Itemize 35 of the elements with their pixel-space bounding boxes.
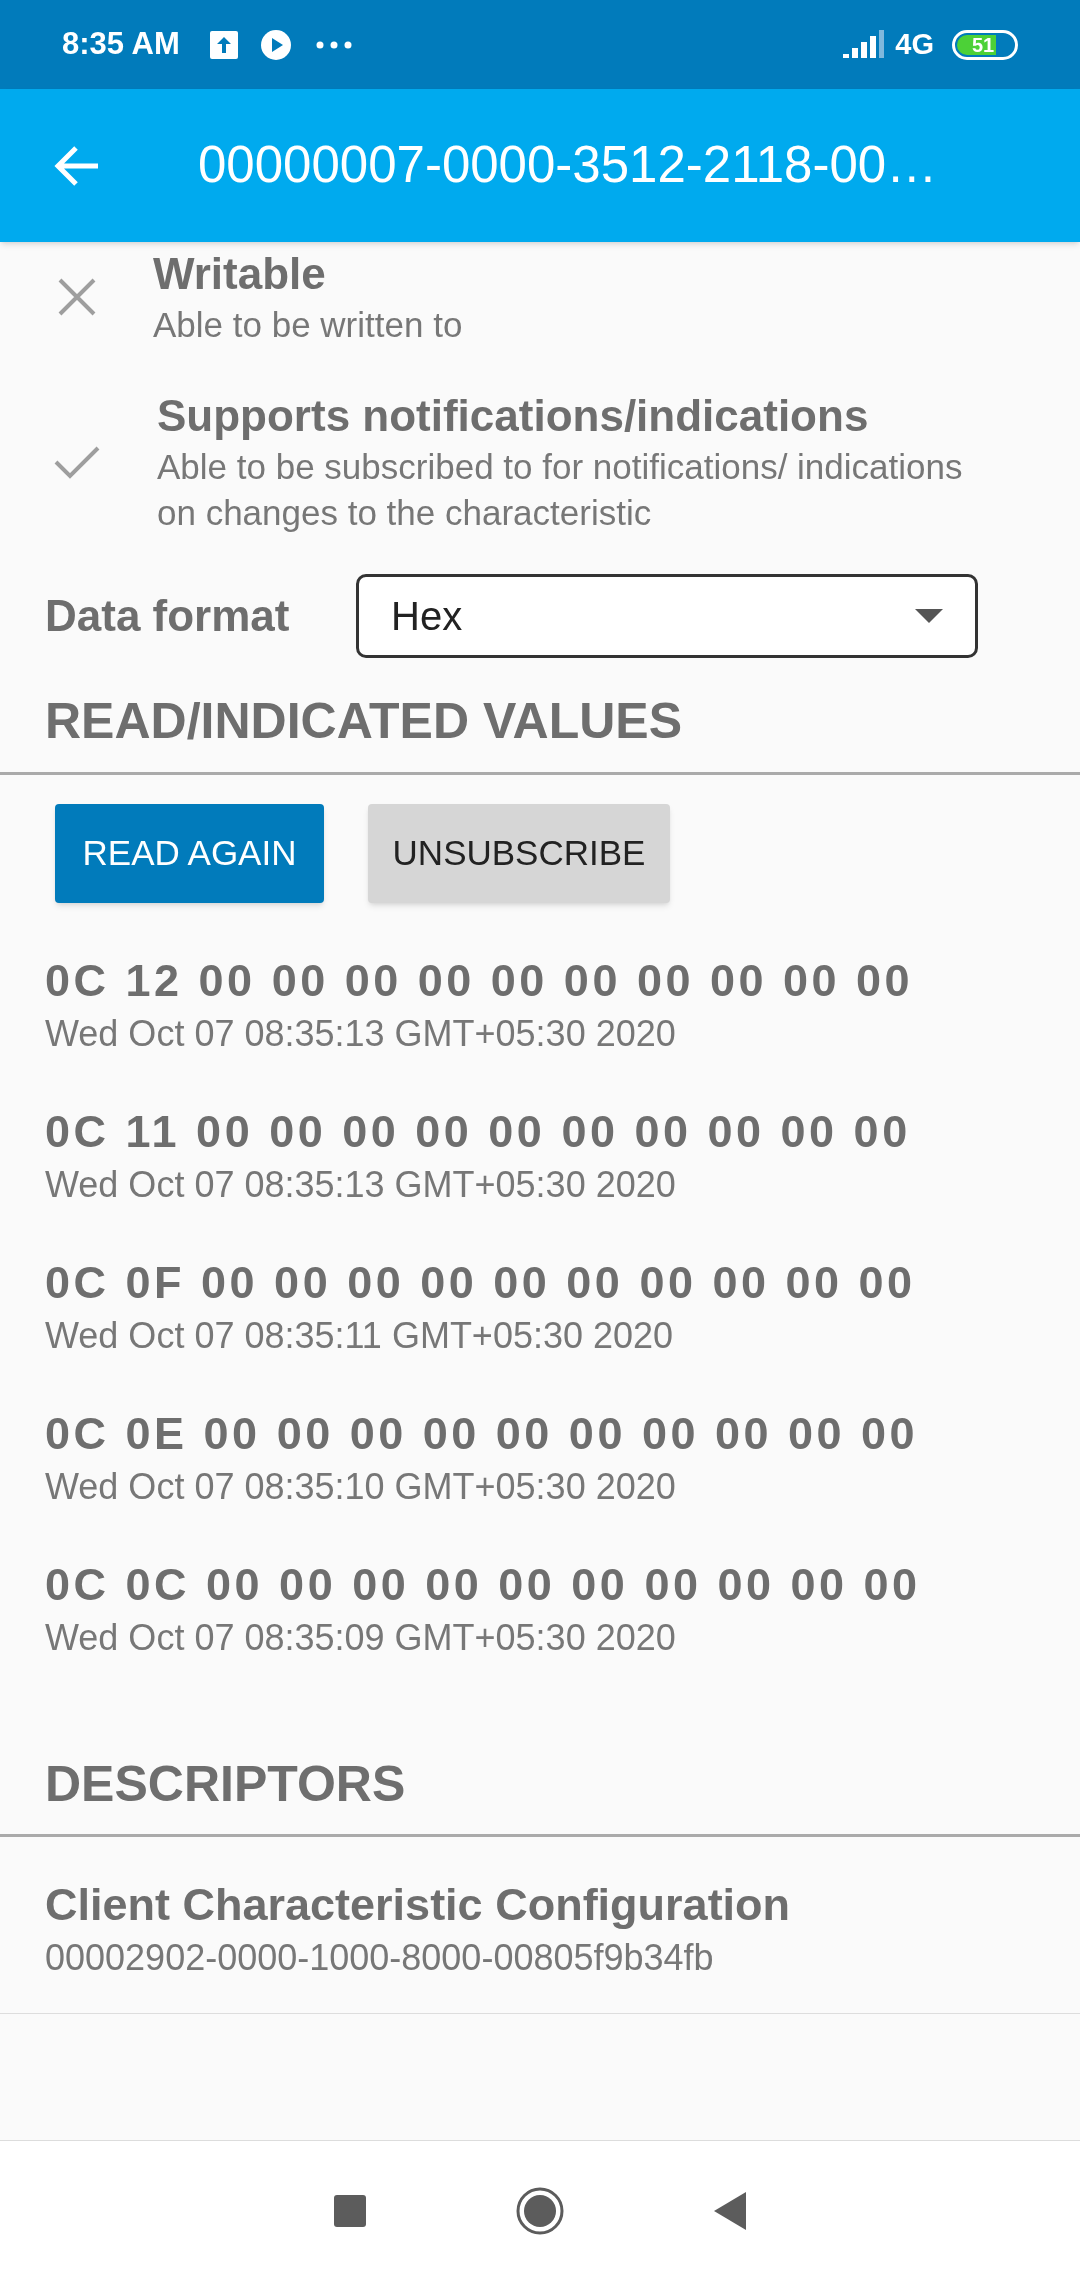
section-header: DESCRIPTORS xyxy=(44,1759,407,1809)
value-hex: 0C 11 00 00 00 00 00 00 00 00 00 00 xyxy=(45,1105,912,1159)
home-icon[interactable] xyxy=(516,2186,564,2235)
property-description: Able to be written to xyxy=(153,304,464,346)
recents-icon[interactable] xyxy=(334,2194,366,2227)
dropdown-caret-icon xyxy=(915,609,943,623)
back-icon[interactable] xyxy=(714,2191,746,2230)
value-timestamp: Wed Oct 07 08:35:13 GMT+05:30 2020 xyxy=(45,1163,677,1207)
descriptor-uuid: 00002902-0000-1000-8000-00805f9b34fb xyxy=(45,1936,715,1980)
property-description: Able to be subscribed to for notifications/ indications on changes to the characteristic xyxy=(157,446,964,534)
play-icon xyxy=(259,28,292,61)
value-timestamp: Wed Oct 07 08:35:10 GMT+05:30 2020 xyxy=(45,1465,677,1509)
descriptor-name: Client Characteristic Configuration xyxy=(45,1878,792,1932)
section-header: READ/INDICATED VALUES xyxy=(44,696,684,746)
value-hex: 0C 0C 00 00 00 00 00 00 00 00 00 00 xyxy=(45,1558,922,1612)
value-timestamp: Wed Oct 07 08:35:09 GMT+05:30 2020 xyxy=(45,1616,677,1660)
data-format-dropdown[interactable]: Hex xyxy=(356,574,978,658)
value-hex: 0C 0E 00 00 00 00 00 00 00 00 00 00 xyxy=(45,1407,920,1461)
back-arrow-icon[interactable] xyxy=(54,143,100,188)
value-timestamp: Wed Oct 07 08:35:11 GMT+05:30 2020 xyxy=(45,1314,675,1358)
screen-title: 00000007-0000-3512-2118-00… xyxy=(198,135,938,196)
unsubscribe-button[interactable]: UNSUBSCRIBE xyxy=(368,804,670,903)
signal-icon xyxy=(843,29,886,60)
read-again-button[interactable]: READ AGAIN xyxy=(55,804,324,903)
property-title: Supports notifications/indications xyxy=(157,390,870,442)
status-time: 8:35 AM xyxy=(62,25,180,64)
more-icon xyxy=(315,40,352,49)
property-title: Writable xyxy=(153,248,327,300)
battery-level: 51 xyxy=(971,34,995,55)
value-hex: 0C 0F 00 00 00 00 00 00 00 00 00 00 xyxy=(45,1256,917,1310)
data-format-label: Data format xyxy=(45,590,291,642)
value-timestamp: Wed Oct 07 08:35:13 GMT+05:30 2020 xyxy=(45,1012,677,1056)
value-hex: 0C 12 00 00 00 00 00 00 00 00 00 00 xyxy=(45,954,915,1008)
upload-icon xyxy=(207,28,240,61)
network-type: 4G xyxy=(895,26,934,62)
